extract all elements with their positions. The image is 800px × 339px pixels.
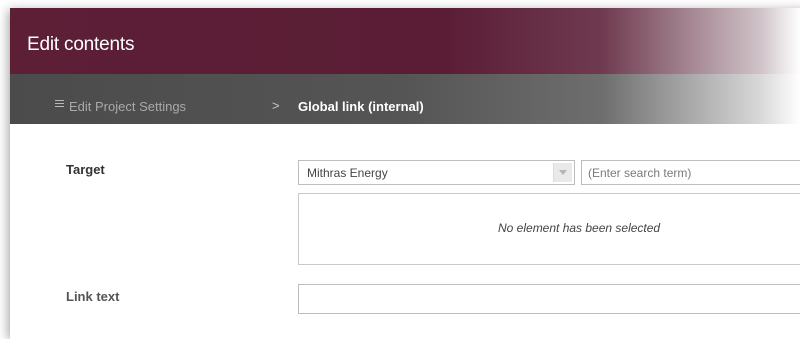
project-select-value: Mithras Energy xyxy=(307,166,388,180)
form-content: Target Mithras Energy (Enter search term… xyxy=(10,124,800,339)
menu-icon[interactable] xyxy=(55,100,64,108)
chevron-down-icon[interactable] xyxy=(553,163,572,182)
dialog-title: Edit contents xyxy=(27,34,135,55)
search-input[interactable]: (Enter search term) xyxy=(581,160,800,185)
breadcrumb-separator: > xyxy=(272,98,280,113)
project-select[interactable]: Mithras Energy xyxy=(298,160,575,185)
target-label: Target xyxy=(66,162,105,177)
title-bar: Edit contents xyxy=(10,8,800,74)
breadcrumb: Edit Project Settings > Global link (int… xyxy=(10,74,800,124)
link-text-input[interactable] xyxy=(298,284,800,314)
link-text-label: Link text xyxy=(66,289,120,304)
breadcrumb-item-edit-project-settings[interactable]: Edit Project Settings xyxy=(69,99,186,114)
breadcrumb-item-current: Global link (internal) xyxy=(298,99,424,114)
edit-contents-dialog: Edit contents Edit Project Settings > Gl… xyxy=(10,8,800,339)
search-placeholder: (Enter search term) xyxy=(588,166,692,180)
selected-element-box[interactable]: No element has been selected xyxy=(298,193,800,265)
empty-selection-message: No element has been selected xyxy=(498,221,661,235)
